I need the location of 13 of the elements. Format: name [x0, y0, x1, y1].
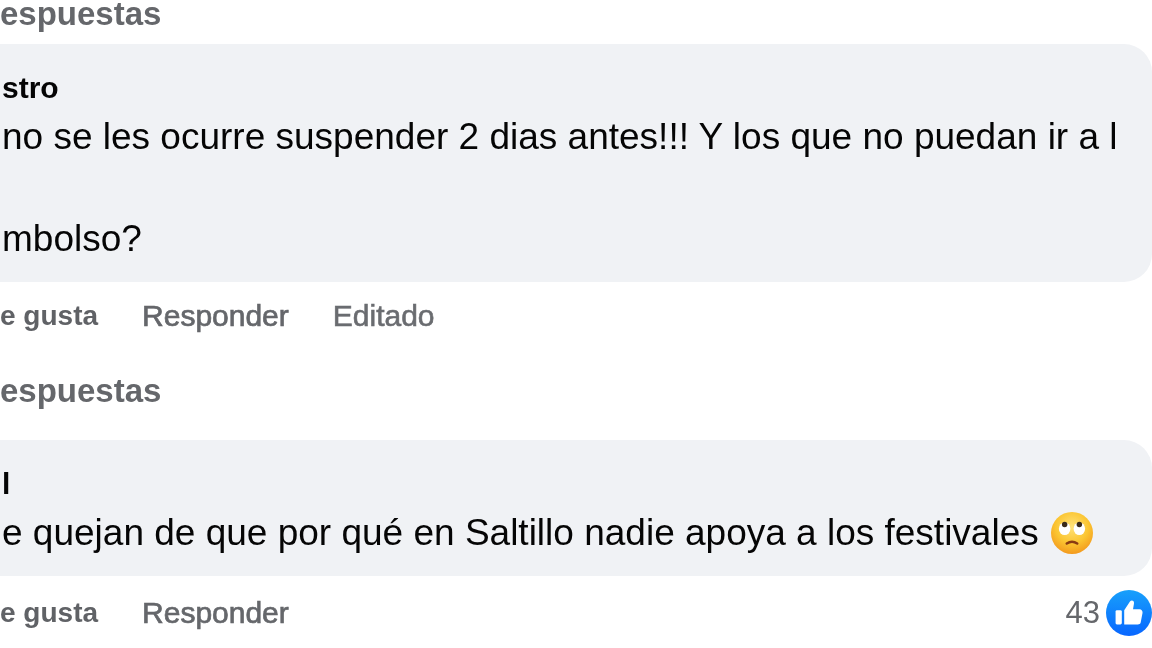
comment-text: mbolso? — [2, 217, 142, 261]
author-name[interactable]: l — [2, 466, 11, 502]
like-button[interactable]: e gusta — [0, 593, 99, 633]
edited-label: Editado — [332, 298, 435, 334]
author-name[interactable]: stro — [2, 70, 59, 106]
comment-text: no se les ocurre suspender 2 dias antes!!! Y los que no puedan ir a l — [2, 115, 1118, 159]
view-replies-link[interactable]: espuestas — [0, 371, 162, 411]
reply-button[interactable]: Responder — [142, 593, 289, 633]
like-button[interactable]: e gusta — [0, 296, 99, 336]
reaction-count: 43 — [1065, 594, 1100, 632]
reply-button[interactable]: Responder — [142, 296, 289, 336]
comment-text: e quejan de que por qué en Saltillo nadie apoya a los festivales — [2, 511, 1039, 555]
view-replies-link[interactable]: espuestas — [0, 0, 162, 34]
